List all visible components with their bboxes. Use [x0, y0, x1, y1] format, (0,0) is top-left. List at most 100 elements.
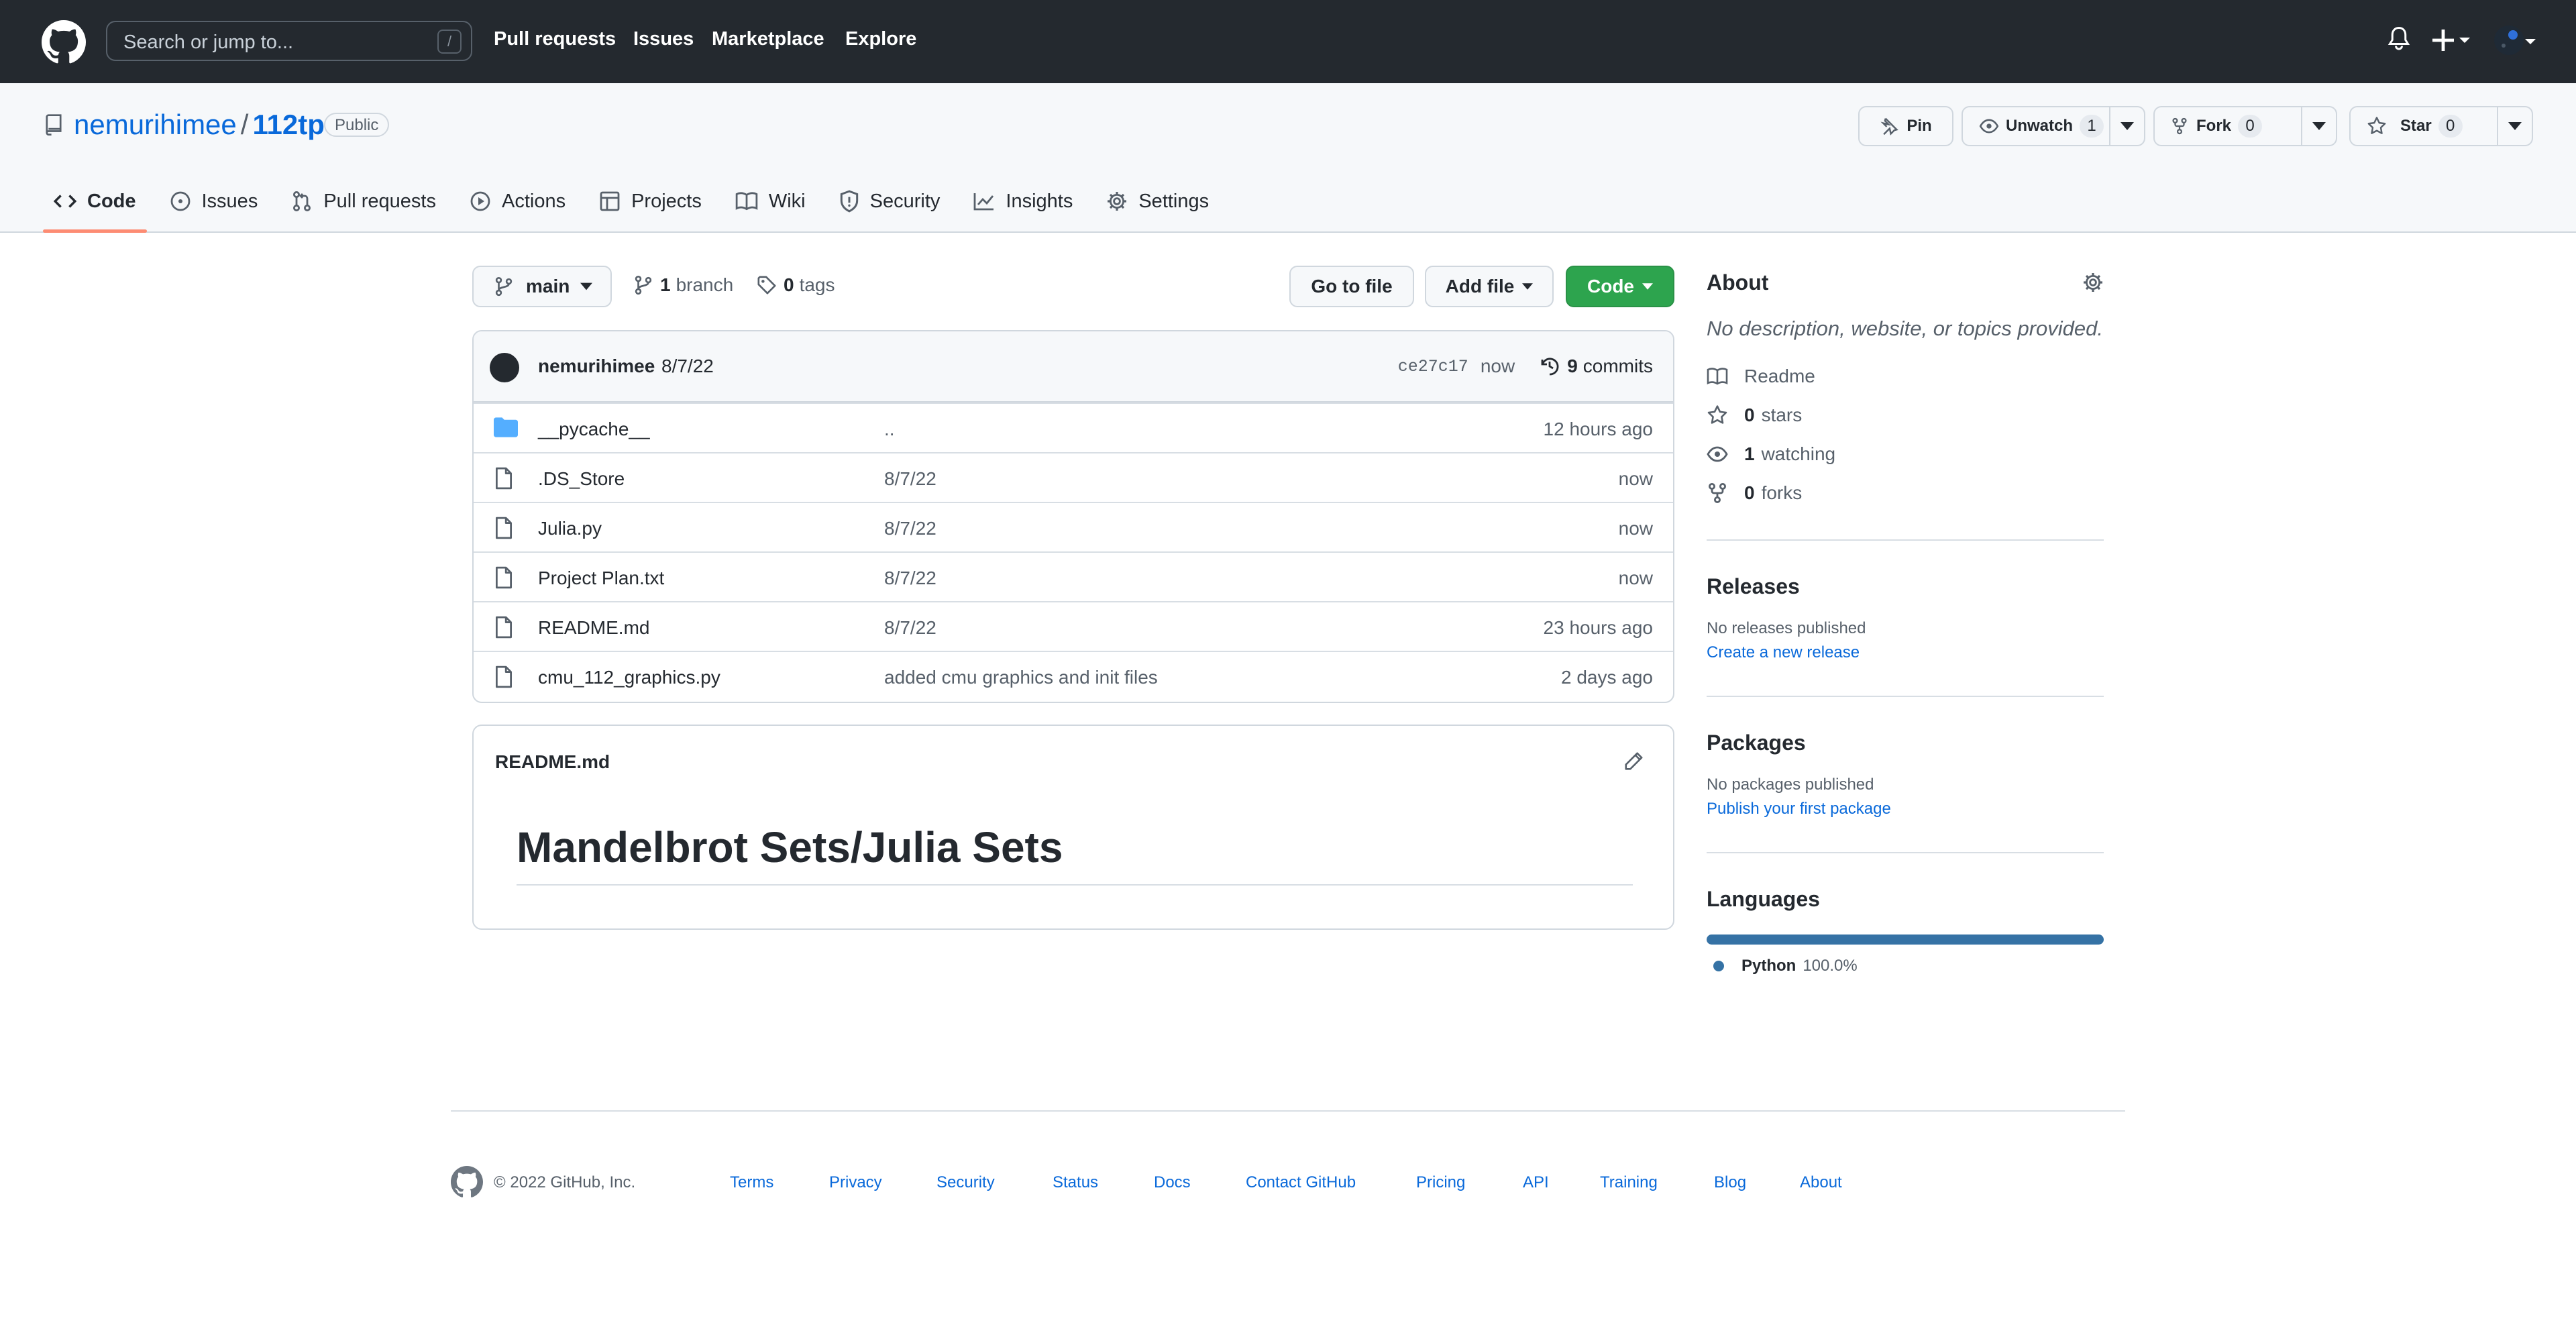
forks-link[interactable]: 0 forks	[1707, 474, 2104, 513]
footer-link-api[interactable]: API	[1523, 1173, 1549, 1192]
releases-title[interactable]: Releases	[1707, 574, 2104, 599]
tags-link[interactable]: 0 tags	[757, 274, 835, 296]
branches-link[interactable]: 1 branch	[633, 274, 733, 296]
create-release-link[interactable]: Create a new release	[1707, 643, 2104, 662]
tab-settings[interactable]: Settings	[1095, 180, 1220, 223]
footer-link-training[interactable]: Training	[1600, 1173, 1658, 1192]
github-logo-icon[interactable]	[451, 1166, 483, 1198]
readme-filename[interactable]: README.md	[495, 751, 610, 773]
tab-security[interactable]: Security	[828, 180, 951, 223]
topnav-pull-requests[interactable]: Pull requests	[494, 28, 616, 50]
file-name[interactable]: cmu_112_graphics.py	[538, 667, 720, 688]
file-name[interactable]: Project Plan.txt	[538, 568, 664, 589]
gear-icon[interactable]	[2082, 272, 2104, 293]
topnav-marketplace[interactable]: Marketplace	[712, 28, 824, 50]
tab-pull-requests[interactable]: Pull requests	[280, 180, 447, 223]
readme-link[interactable]: Readme	[1707, 357, 2104, 396]
commit-author[interactable]: nemurihimee	[538, 356, 655, 377]
file-name[interactable]: Julia.py	[538, 518, 602, 539]
tab-actions[interactable]: Actions	[459, 180, 576, 223]
file-name[interactable]: .DS_Store	[538, 468, 625, 490]
file-name[interactable]: __pycache__	[538, 419, 650, 440]
file-row[interactable]: cmu_112_graphics.py added cmu graphics a…	[474, 651, 1673, 700]
commit-count[interactable]: 9	[1567, 356, 1578, 377]
tab-insights[interactable]: Insights	[963, 180, 1083, 223]
watching-link[interactable]: 1 watching	[1707, 435, 2104, 474]
language-bar	[1707, 934, 2104, 945]
fork-button[interactable]: Fork 0	[2155, 107, 2301, 145]
page: Search or jump to... / Pull requests Iss…	[0, 0, 2576, 1335]
file-row[interactable]: Project Plan.txt 8/7/22 now	[474, 551, 1673, 601]
tab-issues-label: Issues	[201, 190, 258, 212]
unwatch-button[interactable]: Unwatch 1	[1963, 107, 2109, 145]
tab-wiki[interactable]: Wiki	[724, 180, 816, 223]
star-button[interactable]: Star 0	[2351, 107, 2497, 145]
bell-icon[interactable]	[2387, 24, 2411, 54]
create-new-plus-icon[interactable]	[2431, 27, 2471, 54]
add-file-button[interactable]: Add file	[1425, 266, 1554, 307]
branch-name: main	[526, 276, 570, 297]
caret-down-icon	[580, 282, 593, 290]
code-button[interactable]: Code	[1566, 266, 1674, 307]
pin-button[interactable]: Pin	[1858, 106, 1953, 146]
commit-count-word[interactable]: commits	[1583, 356, 1653, 377]
go-to-file-button[interactable]: Go to file	[1289, 266, 1414, 307]
file-row[interactable]: __pycache__ .. 12 hours ago	[474, 403, 1673, 452]
file-commit-message[interactable]: 8/7/22	[884, 617, 936, 639]
user-avatar[interactable]	[2493, 24, 2536, 58]
repo-owner-link[interactable]: nemurihimee	[74, 109, 237, 140]
file-icon	[495, 566, 513, 589]
fork-button-group: Fork 0	[2153, 106, 2337, 146]
tab-pull-requests-label: Pull requests	[323, 190, 436, 212]
file-name[interactable]: README.md	[538, 617, 649, 639]
watch-options-dropdown[interactable]	[2110, 121, 2144, 131]
footer-link-blog[interactable]: Blog	[1714, 1173, 1746, 1192]
book-icon	[735, 192, 758, 211]
language-python[interactable]: Python 100.0%	[1707, 957, 2104, 975]
fork-options-dropdown[interactable]	[2302, 121, 2336, 131]
topnav-issues[interactable]: Issues	[633, 28, 694, 50]
commit-message[interactable]: 8/7/22	[661, 356, 714, 377]
file-commit-message[interactable]: ..	[884, 419, 895, 440]
file-row[interactable]: .DS_Store 8/7/22 now	[474, 452, 1673, 502]
footer-link-contact-github[interactable]: Contact GitHub	[1246, 1173, 1356, 1192]
star-count: 0	[2438, 115, 2463, 138]
github-logo-icon[interactable]	[42, 20, 86, 64]
footer-link-pricing[interactable]: Pricing	[1416, 1173, 1465, 1192]
tab-code[interactable]: Code	[43, 180, 147, 233]
file-icon	[495, 616, 513, 639]
commit-sha[interactable]: ce27c17	[1398, 357, 1468, 376]
footer-link-docs[interactable]: Docs	[1154, 1173, 1191, 1192]
file-row[interactable]: README.md 8/7/22 23 hours ago	[474, 601, 1673, 651]
branch-selector-button[interactable]: main	[472, 266, 612, 307]
tab-projects[interactable]: Projects	[588, 180, 712, 223]
file-commit-message[interactable]: 8/7/22	[884, 568, 936, 589]
languages-title: Languages	[1707, 887, 1820, 911]
eye-icon	[1979, 119, 1999, 134]
star-options-dropdown[interactable]	[2498, 121, 2532, 131]
search-input[interactable]: Search or jump to... /	[106, 21, 472, 61]
commit-author-avatar[interactable]	[490, 353, 519, 382]
topnav-explore[interactable]: Explore	[845, 28, 916, 50]
stars-word: stars	[1761, 405, 1803, 425]
footer-link-terms[interactable]: Terms	[730, 1173, 773, 1192]
stars-link[interactable]: 0 stars	[1707, 396, 2104, 435]
repo-name-link[interactable]: 112tp	[252, 109, 324, 140]
tab-issues[interactable]: Issues	[159, 180, 269, 223]
readme-link-label: Readme	[1744, 366, 1815, 386]
file-commit-message[interactable]: 8/7/22	[884, 468, 936, 490]
search-placeholder: Search or jump to...	[123, 32, 294, 53]
footer-link-status[interactable]: Status	[1053, 1173, 1098, 1192]
packages-title[interactable]: Packages	[1707, 731, 2104, 755]
footer-link-about[interactable]: About	[1800, 1173, 1842, 1192]
pencil-icon[interactable]	[1623, 751, 1644, 771]
footer-link-security[interactable]: Security	[936, 1173, 995, 1192]
publish-package-link[interactable]: Publish your first package	[1707, 800, 2104, 818]
file-icon	[495, 467, 513, 490]
footer-link-privacy[interactable]: Privacy	[829, 1173, 882, 1192]
repo-tabs: Code Issues Pull requests Actions Projec…	[43, 180, 1232, 233]
fork-label: Fork	[2196, 117, 2232, 135]
file-row[interactable]: Julia.py 8/7/22 now	[474, 502, 1673, 551]
file-commit-message[interactable]: 8/7/22	[884, 518, 936, 539]
file-commit-message[interactable]: added cmu graphics and init files	[884, 667, 1158, 688]
